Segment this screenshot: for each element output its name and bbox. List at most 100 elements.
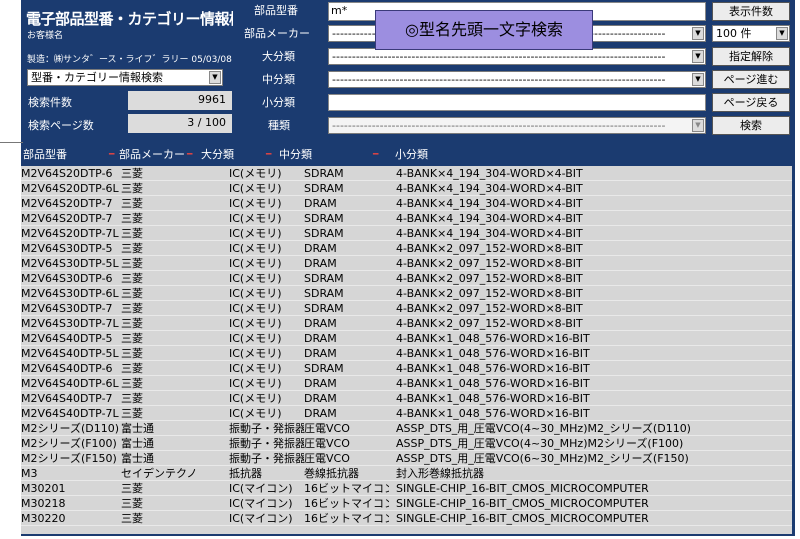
cell-major: IC(メモリ): [229, 317, 282, 330]
table-row[interactable]: M2V64S30DTP-5L 三菱 IC(メモリ) DRAM 4-BANK×2_097_…: [21, 256, 792, 271]
cell-minor: 4-BANK×4_194_304-WORD×4-BIT: [396, 212, 583, 225]
cell-middle: 圧電VCO: [304, 437, 350, 450]
header-minor[interactable]: 小分類: [395, 144, 428, 166]
search-count-label: 検索件数: [28, 96, 72, 109]
left-divider: [0, 142, 23, 143]
table-row[interactable]: M2V64S20DTP-7 三菱 IC(メモリ) DRAM 4-BANK×4_194_3…: [21, 196, 792, 211]
cell-maker: 三菱: [121, 332, 143, 345]
cell-minor: 4-BANK×1_048_576-WORD×16-BIT: [396, 407, 590, 420]
cell-maker: 富士通: [121, 422, 154, 435]
cell-minor: 4-BANK×2_097_152-WORD×8-BIT: [396, 272, 583, 285]
table-row[interactable]: M2V64S30DTP-5 三菱 IC(メモリ) DRAM 4-BANK×2_097_1…: [21, 241, 792, 256]
cell-middle: DRAM: [304, 377, 337, 390]
chevron-down-icon[interactable]: ▼: [692, 73, 704, 86]
page-count-label: 検索ページ数: [28, 119, 94, 132]
table-row[interactable]: M30201 三菱 IC(マイコン) 16ビットマイコン SINGLE-CHIP_16-…: [21, 481, 792, 496]
table-row[interactable]: M2シリーズ(F100) 富士通 振動子・発振器 圧電VCO ASSP_DTS_用_圧電…: [21, 436, 792, 451]
middle-category-select[interactable]: ----------------------------------------…: [328, 71, 706, 88]
major-category-select[interactable]: ----------------------------------------…: [328, 48, 706, 65]
cell-major: IC(メモリ): [229, 392, 282, 405]
header-part-number[interactable]: 部品型番: [23, 144, 67, 166]
header-middle[interactable]: 中分類: [279, 144, 312, 166]
cell-maker: 三菱: [121, 377, 143, 390]
filter-label-column: [233, 0, 328, 136]
table-row[interactable]: M2V64S40DTP-5L 三菱 IC(メモリ) DRAM 4-BANK×1_048_…: [21, 346, 792, 361]
cell-middle: 16ビットマイコン: [304, 497, 389, 510]
table-row[interactable]: M2V64S20DTP-6L 三菱 IC(メモリ) SDRAM 4-BANK×4_194…: [21, 181, 792, 196]
search-button[interactable]: 検索: [712, 116, 790, 135]
table-row[interactable]: M30220 三菱 IC(マイコン) 16ビットマイコン SINGLE-CHIP_16-…: [21, 511, 792, 526]
table-row[interactable]: M2V64S40DTP-7L 三菱 IC(メモリ) DRAM 4-BANK×1_048_…: [21, 406, 792, 421]
cell-maker: 三菱: [121, 287, 143, 300]
table-row[interactable]: M2V64S40DTP-7 三菱 IC(メモリ) DRAM 4-BANK×1_048_5…: [21, 391, 792, 406]
cell-minor: SINGLE-CHIP_16-BIT_CMOS_MICROCOMPUTER: [396, 512, 649, 525]
type-select-value: ----------------------------------------…: [332, 119, 666, 132]
customer-label: お客様名: [27, 31, 64, 41]
cell-part-number: M3: [21, 467, 38, 480]
table-row[interactable]: M3 セイデンテクノ 抵抗器 巻線抵抗器 封入形巻線抵抗器: [21, 466, 792, 481]
chevron-down-icon[interactable]: ▼: [776, 27, 788, 40]
cell-middle: DRAM: [304, 197, 337, 210]
table-row[interactable]: M30218 三菱 IC(マイコン) 16ビットマイコン SINGLE-CHIP_16-…: [21, 496, 792, 511]
major-category-value: ----------------------------------------…: [332, 50, 666, 63]
table-row[interactable]: M2V64S40DTP-6 三菱 IC(メモリ) SDRAM 4-BANK×1_048_…: [21, 361, 792, 376]
cell-maker: 三菱: [121, 257, 143, 270]
chevron-down-icon[interactable]: ▼: [209, 71, 221, 84]
table-row[interactable]: M2シリーズ(F150) 富士通 振動子・発振器 圧電VCO ASSP_DTS_用_圧電…: [21, 451, 792, 466]
cell-middle: DRAM: [304, 347, 337, 360]
cell-major: IC(マイコン): [229, 497, 293, 510]
table-row[interactable]: M2V64S20DTP-6 三菱 IC(メモリ) SDRAM 4-BANK×4_194_…: [21, 166, 792, 181]
cell-part-number: M2V64S30DTP-7: [21, 302, 113, 315]
next-page-button[interactable]: ページ進む: [712, 70, 790, 89]
cell-major: IC(メモリ): [229, 407, 282, 420]
cell-major: IC(メモリ): [229, 362, 282, 375]
chevron-down-icon[interactable]: ▼: [692, 27, 704, 40]
cell-major: 振動子・発振器: [229, 422, 304, 435]
table-row[interactable]: M2V64S40DTP-6L 三菱 IC(メモリ) DRAM 4-BANK×1_048_…: [21, 376, 792, 391]
prev-page-button[interactable]: ページ戻る: [712, 93, 790, 112]
table-row[interactable]: M2V64S30DTP-7L 三菱 IC(メモリ) DRAM 4-BANK×2_097_…: [21, 316, 792, 331]
middle-category-value: ----------------------------------------…: [332, 73, 666, 86]
type-label: 種類: [268, 117, 290, 133]
cell-maker: 三菱: [121, 212, 143, 225]
clear-button[interactable]: 指定解除: [712, 47, 790, 66]
mode-select[interactable]: 型番・カテゴリー情報検索 ▼: [27, 69, 223, 86]
cell-major: IC(メモリ): [229, 167, 282, 180]
display-count-value: 100 件: [716, 27, 752, 40]
cell-major: IC(メモリ): [229, 227, 282, 240]
cell-part-number: M2V64S20DTP-6L: [21, 182, 119, 195]
cell-major: IC(メモリ): [229, 242, 282, 255]
chevron-down-icon[interactable]: ▼: [692, 119, 704, 132]
table-row[interactable]: M2V64S20DTP-7L 三菱 IC(メモリ) SDRAM 4-BANK×4_194…: [21, 226, 792, 241]
cell-major: IC(メモリ): [229, 197, 282, 210]
cell-maker: 三菱: [121, 317, 143, 330]
header-major[interactable]: 大分類: [201, 144, 234, 166]
cell-part-number: M2V64S40DTP-7L: [21, 407, 119, 420]
table-header: 部品型番 ━ 部品メーカー ━ 大分類 ━ 中分類 ━ 小分類: [21, 144, 792, 166]
table-row[interactable]: M2V64S30DTP-6 三菱 IC(メモリ) SDRAM 4-BANK×2_097_…: [21, 271, 792, 286]
table-row[interactable]: M2シリーズ(D110) 富士通 振動子・発振器 圧電VCO ASSP_DTS_用_圧電…: [21, 421, 792, 436]
cell-part-number: M2V64S40DTP-5L: [21, 347, 119, 360]
table-row[interactable]: M2V64S40DTP-5 三菱 IC(メモリ) DRAM 4-BANK×1_048_5…: [21, 331, 792, 346]
table-row[interactable]: M2V64S20DTP-7 三菱 IC(メモリ) SDRAM 4-BANK×4_194_…: [21, 211, 792, 226]
cell-minor: 4-BANK×4_194_304-WORD×4-BIT: [396, 227, 583, 240]
cell-part-number: M2V64S20DTP-7: [21, 212, 113, 225]
type-select[interactable]: ----------------------------------------…: [328, 117, 706, 134]
header-maker[interactable]: 部品メーカー: [119, 144, 185, 166]
cell-minor: 封入形巻線抵抗器: [396, 467, 484, 480]
minor-category-label: 小分類: [262, 94, 295, 110]
minor-category-input[interactable]: [328, 94, 706, 111]
cell-middle: 16ビットマイコン: [304, 512, 389, 525]
cell-part-number: M2V64S30DTP-6L: [21, 287, 119, 300]
initial-letter-search-banner[interactable]: ◎型名先頭一文字検索: [375, 10, 593, 50]
cell-maker: 三菱: [121, 362, 143, 375]
cell-middle: 圧電VCO: [304, 422, 350, 435]
table-row[interactable]: M2V64S30DTP-7 三菱 IC(メモリ) SDRAM 4-BANK×2_097_…: [21, 301, 792, 316]
cell-middle: SDRAM: [304, 302, 344, 315]
cell-maker: 三菱: [121, 197, 143, 210]
table-row[interactable]: M2V64S30DTP-6L 三菱 IC(メモリ) SDRAM 4-BANK×2_097…: [21, 286, 792, 301]
display-count-select[interactable]: 100 件 ▼: [712, 25, 790, 42]
cell-major: IC(メモリ): [229, 212, 282, 225]
cell-part-number: M2シリーズ(F150): [21, 452, 117, 465]
chevron-down-icon[interactable]: ▼: [692, 50, 704, 63]
